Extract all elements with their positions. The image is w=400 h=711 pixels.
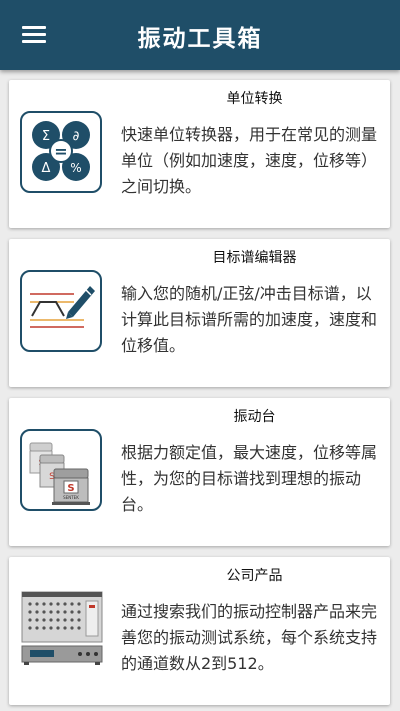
shaker-icon: S S S SENTEK xyxy=(20,429,102,511)
sigma-symbol: Σ xyxy=(42,129,50,144)
app-bar: 振动工具箱 xyxy=(0,0,400,70)
app-title: 振动工具箱 xyxy=(137,26,263,52)
card-title: 单位转换 xyxy=(226,91,283,107)
card-company-products[interactable]: 公司产品 通过搜索我们的振动控制器产品来完善您的振动测试系统，每个系统支持的通道 xyxy=(9,557,390,705)
delta-symbol: Δ xyxy=(42,161,51,176)
shaker-logo-3: S xyxy=(67,483,74,494)
percent-symbol: % xyxy=(70,161,81,175)
unit-conversion-icon: Σ ∂ Δ % = xyxy=(20,111,102,193)
card-title: 振动台 xyxy=(233,409,276,425)
card-title: 公司产品 xyxy=(226,568,283,584)
card-description: 通过搜索我们的振动控制器产品来完善您的振动测试系统，每个系统支持的通道数从2到5… xyxy=(121,602,378,673)
vibration-controller-icon xyxy=(20,588,104,670)
card-unit-conversion[interactable]: 单位转换 Σ ∂ Δ % = 快速单位转换器，用于在常见的测量单位（例如加速度，… xyxy=(9,80,390,228)
card-description: 快速单位转换器，用于在常见的测量单位（例如加速度，速度，位移等）之间切换。 xyxy=(121,125,378,196)
shaker-brand: SENTEK xyxy=(63,495,79,500)
partial-symbol: ∂ xyxy=(73,129,80,144)
equals-symbol: = xyxy=(54,142,67,161)
card-title: 目标谱编辑器 xyxy=(212,250,297,266)
spectrum-editor-icon xyxy=(20,270,102,352)
card-spectrum-editor[interactable]: 目标谱编辑器 输入您的随机/正弦/冲击目标谱，以计算此目标谱所需的加速度，速度和… xyxy=(9,239,390,387)
card-shaker[interactable]: 振动台 S S S SENTEK 根据力额定值，最大速度，位移等属性，为您的目标… xyxy=(9,398,390,546)
card-description: 根据力额定值，最大速度，位移等属性，为您的目标谱找到理想的振动台。 xyxy=(121,443,378,514)
card-description: 输入您的随机/正弦/冲击目标谱，以计算此目标谱所需的加速度，速度和位移值。 xyxy=(121,284,378,355)
